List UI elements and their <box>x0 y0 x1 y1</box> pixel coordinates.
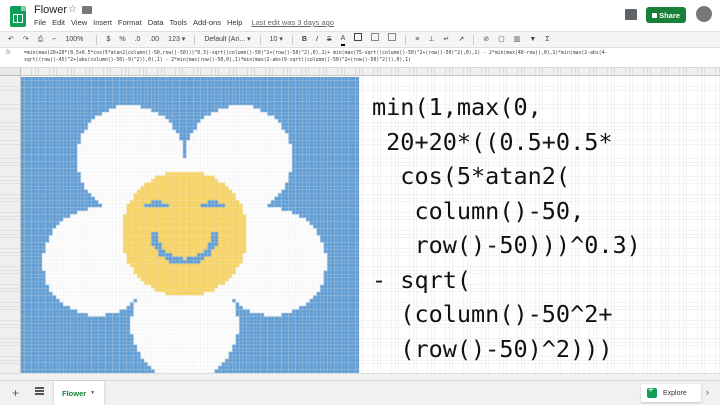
formula-overlay-line: min(1,max(0, <box>372 93 542 121</box>
explore-button[interactable]: Explore <box>641 384 701 402</box>
font-family-select[interactable]: Default (Ari... ▾ <box>204 32 250 47</box>
strikethrough-button[interactable]: S <box>327 32 332 47</box>
menu-file[interactable]: File <box>34 17 46 29</box>
formula-overlay-line: column()-50, <box>372 196 585 225</box>
chevron-down-icon[interactable]: ▼ <box>90 390 95 396</box>
folder-icon[interactable] <box>82 6 92 14</box>
fill-color-icon[interactable] <box>354 32 363 47</box>
avatar[interactable] <box>696 6 712 22</box>
explore-icon <box>647 385 657 398</box>
horizontal-align-icon[interactable]: ≡ <box>415 32 419 47</box>
borders-icon[interactable] <box>371 32 380 47</box>
menu-addons[interactable]: Add-ons <box>193 17 221 29</box>
menu-edit[interactable]: Edit <box>52 17 65 29</box>
filter-icon[interactable]: ▼ <box>529 32 536 47</box>
sheet-tab-label: Flower <box>62 388 87 398</box>
formula-overlay-line: 20+20*((0.5+0.5* <box>372 127 613 156</box>
sheet-tab-flower[interactable]: Flower ▼ <box>54 381 104 405</box>
share-label: Share <box>659 10 680 20</box>
flower-pixel-art <box>21 77 359 380</box>
menu-format[interactable]: Format <box>118 17 142 29</box>
text-rotate-icon[interactable]: ↗ <box>458 32 464 47</box>
formula-overlay-line: (row()-50)^2))) <box>372 334 613 363</box>
select-all-corner[interactable] <box>0 68 21 76</box>
star-icon[interactable]: ☆ <box>68 4 77 15</box>
undo-icon[interactable]: ↶ <box>8 32 14 47</box>
menu-data[interactable]: Data <box>148 17 164 29</box>
lock-icon <box>652 12 658 18</box>
toolbar-divider <box>96 34 98 45</box>
toolbar-divider <box>473 34 475 45</box>
merge-cells-icon[interactable] <box>388 32 397 47</box>
toolbar-divider <box>405 34 407 45</box>
functions-icon[interactable]: Σ <box>545 32 549 47</box>
bold-button[interactable]: B <box>302 32 307 47</box>
all-sheets-icon[interactable] <box>35 387 44 395</box>
formula-bar: fx =min(max(20+20*(0.5+0.5*cos(5*atan2(c… <box>0 48 720 68</box>
menu-view[interactable]: View <box>71 17 87 29</box>
percent-format-button[interactable]: % <box>119 32 125 47</box>
sheet-tab-bar: + Flower ▼ Explore › <box>0 380 720 405</box>
increase-decimal-button[interactable]: .00 <box>149 32 159 47</box>
last-edit-link[interactable]: Last edit was 3 days ago <box>251 17 334 29</box>
vertical-align-icon[interactable]: ⊥ <box>428 32 434 47</box>
insert-chart-icon[interactable]: ▥ <box>514 32 521 47</box>
sheet-grid[interactable]: min(1,max(0, 20+20*((0.5+0.5* cos(5*atan… <box>0 68 720 380</box>
toolbar-divider <box>291 34 293 45</box>
title-bar: Flower ☆ File Edit View Insert Format Da… <box>0 0 720 31</box>
menu-help[interactable]: Help <box>227 17 242 29</box>
font-size-select[interactable]: 10 ▾ <box>270 32 283 47</box>
formula-overlay-line: cos(5*atan2( <box>372 162 571 190</box>
side-panel-toggle-icon[interactable]: › <box>706 387 709 397</box>
menu-tools[interactable]: Tools <box>170 17 188 29</box>
column-headers[interactable] <box>21 68 720 76</box>
paint-format-icon[interactable]: ⌐ <box>52 32 56 47</box>
italic-button[interactable]: I <box>316 32 318 47</box>
formula-input[interactable]: =min(max(20+20*(0.5+0.5*cos(5*atan2(colu… <box>24 50 714 64</box>
document-title[interactable]: Flower <box>34 4 67 16</box>
spreadsheet-app: Flower ☆ File Edit View Insert Format Da… <box>0 0 720 405</box>
zoom-select[interactable]: 100% <box>65 32 87 47</box>
formula-line: sqrt((row()-45)^2+(abs(column()-50)-9)^2… <box>24 58 411 63</box>
text-color-button[interactable]: A <box>340 33 346 46</box>
sheets-logo-icon[interactable] <box>10 6 26 27</box>
toolbar: ↶ ↷ ⎙ ⌐ 100% $ % .0 .00 123 ▾ Default (A… <box>0 31 720 48</box>
print-icon[interactable]: ⎙ <box>38 32 44 47</box>
add-sheet-button[interactable]: + <box>12 386 19 400</box>
text-wrap-icon[interactable]: ↵ <box>443 32 449 47</box>
insert-link-icon[interactable]: ⊘ <box>483 32 489 47</box>
toolbar-divider <box>259 34 261 45</box>
menu-bar: File Edit View Insert Format Data Tools … <box>34 17 334 29</box>
formula-line: =min(max(20+20*(0.5+0.5*cos(5*atan2(colu… <box>24 51 608 56</box>
formula-overlay-line: - sqrt( <box>372 265 472 294</box>
formula-overlay: min(1,max(0, 20+20*((0.5+0.5* cos(5*atan… <box>372 90 712 366</box>
formula-overlay-line: (column()-50^2+ <box>372 300 613 328</box>
insert-comment-icon[interactable]: ▢ <box>498 32 505 47</box>
toolbar-divider <box>194 34 196 45</box>
fx-label: fx <box>6 50 11 56</box>
more-formats-select[interactable]: 123 ▾ <box>168 32 185 47</box>
menu-insert[interactable]: Insert <box>93 17 112 29</box>
share-button[interactable]: Share <box>646 7 686 23</box>
redo-icon[interactable]: ↷ <box>23 32 29 47</box>
currency-format-button[interactable]: $ <box>106 32 110 47</box>
comments-icon[interactable] <box>625 9 637 20</box>
explore-label: Explore <box>663 389 687 397</box>
row-headers[interactable] <box>0 76 21 380</box>
horizontal-scrollbar[interactable] <box>0 373 720 380</box>
formula-overlay-line: row()-50)))^0.3) <box>372 231 641 259</box>
decrease-decimal-button[interactable]: .0 <box>135 32 141 47</box>
